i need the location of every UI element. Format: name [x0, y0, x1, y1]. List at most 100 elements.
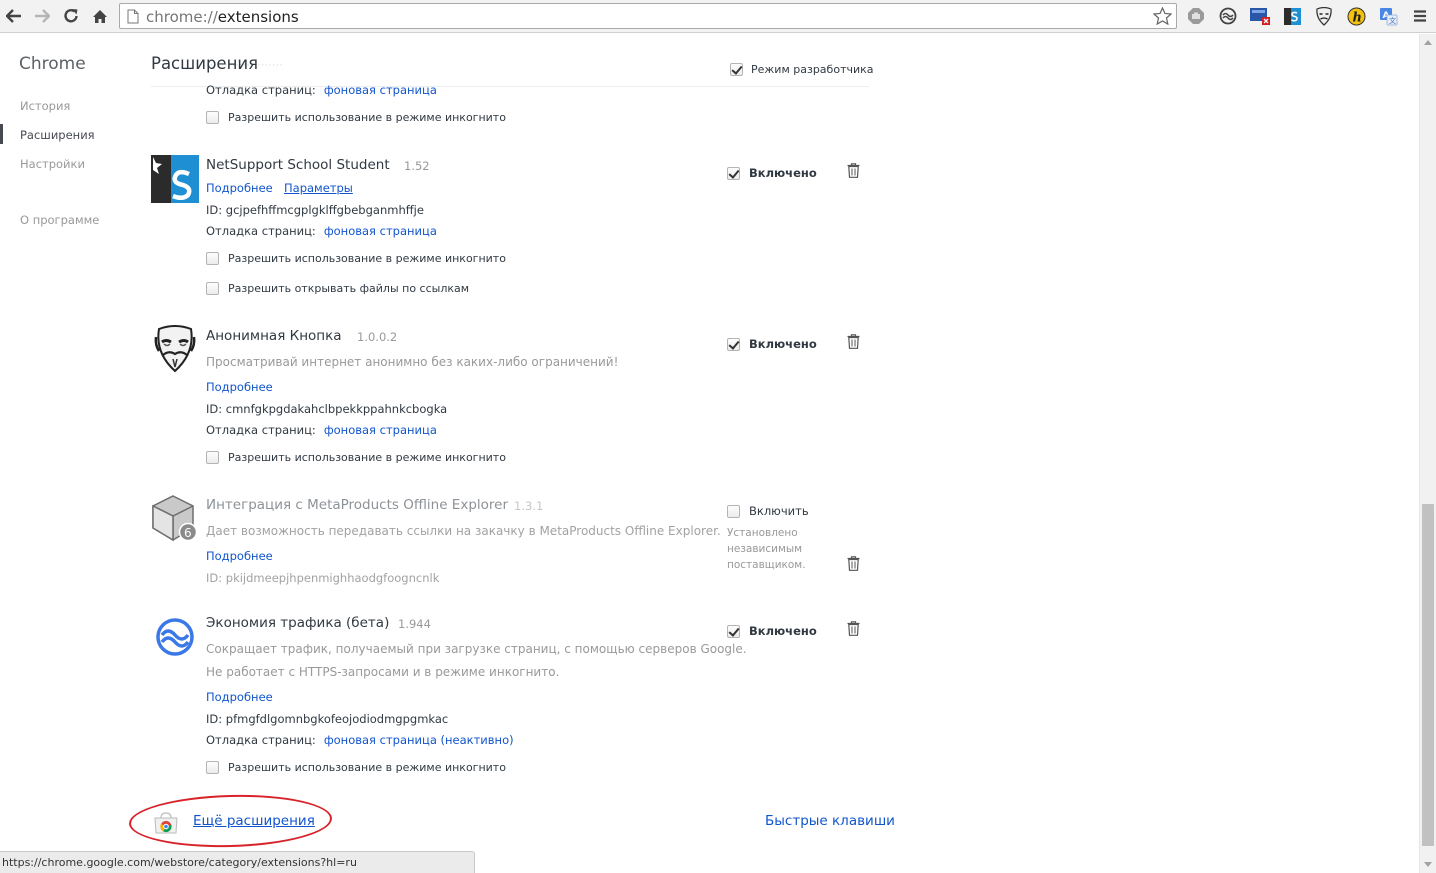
- data-saver-icon: [156, 618, 194, 656]
- hola-extension-icon[interactable]: h: [1345, 5, 1367, 27]
- extension-description: Просматривай интернет анонимно без каких…: [206, 355, 619, 369]
- netsupport-toolbar-icon[interactable]: [1281, 5, 1303, 27]
- address-bar[interactable]: chrome://extensions: [119, 3, 1177, 29]
- enable-label: Включено: [749, 337, 817, 351]
- enable-toggle[interactable]: Включено: [727, 166, 817, 180]
- inspect-views-row: Отладка страниц: фоновая страница: [206, 224, 437, 238]
- bookmark-star-icon[interactable]: [1153, 7, 1172, 25]
- trash-icon[interactable]: [847, 556, 860, 571]
- file-urls-option[interactable]: Разрешить открывать файлы по ссылкам: [206, 282, 469, 295]
- reload-button[interactable]: [60, 5, 82, 27]
- incognito-option[interactable]: Разрешить использование в режиме инкогни…: [206, 111, 506, 124]
- netsupport-icon: [151, 155, 199, 203]
- extension-version: 1.3.1: [514, 499, 544, 513]
- forward-button[interactable]: [31, 5, 53, 27]
- keyboard-shortcuts-link[interactable]: Быстрые клавиши: [765, 813, 895, 829]
- trash-icon[interactable]: [847, 163, 860, 178]
- incognito-checkbox[interactable]: [206, 111, 219, 124]
- home-icon: [93, 9, 107, 23]
- details-link[interactable]: Подробнее: [206, 380, 273, 394]
- inspect-views-label: Отладка страниц:: [206, 224, 316, 238]
- background-page-link[interactable]: фоновая страница (неактивно): [324, 733, 514, 747]
- data-saver-toolbar-icon[interactable]: [1217, 5, 1239, 27]
- red-annotation-ellipse: [128, 792, 333, 850]
- incognito-label: Разрешить использование в режиме инкогни…: [228, 111, 506, 124]
- scroll-down-arrow-icon[interactable]: [1424, 862, 1432, 867]
- svg-text:h: h: [1352, 10, 1361, 25]
- enable-toggle[interactable]: Включено: [727, 337, 817, 351]
- url-text[interactable]: chrome://extensions: [146, 8, 299, 26]
- scroll-thumb[interactable]: [1422, 504, 1434, 846]
- translate-extension-icon[interactable]: A文: [1377, 5, 1399, 27]
- incognito-option[interactable]: Разрешить использование в режиме инкогни…: [206, 761, 506, 774]
- inspect-views-row: Отладка страниц: фоновая страница: [206, 423, 437, 437]
- screen-monitor-extension-icon[interactable]: [1249, 5, 1271, 27]
- anonymous-mask-toolbar-icon[interactable]: [1313, 5, 1335, 27]
- extension-description: Сокращает трафик, получаемый при загрузк…: [206, 642, 747, 656]
- sidebar-title: Chrome: [19, 54, 86, 74]
- incognito-label: Разрешить использование в режиме инкогни…: [228, 252, 506, 265]
- incognito-checkbox[interactable]: [206, 252, 219, 265]
- adblock-extension-icon[interactable]: [1185, 5, 1207, 27]
- details-link[interactable]: Подробнее: [206, 181, 273, 195]
- sidebar-item-extensions[interactable]: Расширения: [20, 128, 95, 142]
- developer-mode-checkbox[interactable]: [730, 63, 743, 76]
- enable-checkbox[interactable]: [727, 504, 740, 518]
- page-title: Расширения: [151, 54, 259, 73]
- file-urls-checkbox[interactable]: [206, 282, 219, 295]
- enable-checkbox[interactable]: [727, 166, 740, 180]
- enable-toggle[interactable]: Включено: [727, 624, 817, 638]
- home-button[interactable]: [89, 5, 111, 27]
- extension-description: Дает возможность передавать ссылки на за…: [206, 524, 721, 538]
- sidebar-item-history[interactable]: История: [20, 99, 70, 113]
- enable-toggle[interactable]: Включить: [727, 504, 809, 518]
- details-link[interactable]: Подробнее: [206, 690, 273, 704]
- options-link[interactable]: Параметры: [284, 181, 353, 195]
- background-page-link[interactable]: фоновая страница: [324, 83, 437, 97]
- inspect-views-label: Отладка страниц:: [206, 423, 316, 437]
- developer-mode-toggle[interactable]: Режим разработчика: [730, 63, 874, 76]
- extension-name: Интеграция с MetaProducts Offline Explor…: [206, 497, 509, 513]
- extension-name: Экономия трафика (бета): [206, 615, 390, 631]
- enable-checkbox[interactable]: [727, 624, 740, 638]
- incognito-label: Разрешить использование в режиме инкогни…: [228, 451, 506, 464]
- sidebar-item-about[interactable]: О программе: [20, 213, 99, 227]
- enable-checkbox[interactable]: [727, 337, 740, 351]
- back-button[interactable]: [3, 5, 25, 27]
- file-urls-label: Разрешить открывать файлы по ссылкам: [228, 282, 470, 295]
- extension-id: ID: pfmgfdlgomnbgkofeojodiodmgpgmkac: [206, 712, 449, 726]
- scroll-up-arrow-icon[interactable]: [1424, 40, 1432, 45]
- incognito-option[interactable]: Разрешить использование в режиме инкогни…: [206, 451, 506, 464]
- svg-text:文: 文: [1389, 16, 1396, 25]
- page-scrollbar[interactable]: [1419, 34, 1436, 873]
- developer-mode-label: Режим разработчика: [751, 63, 874, 76]
- details-link[interactable]: Подробнее: [206, 549, 273, 563]
- back-arrow-icon: [6, 9, 21, 23]
- forward-arrow-icon: [35, 9, 50, 23]
- extension-name: NetSupport School Student: [206, 157, 390, 173]
- background-page-link[interactable]: фоновая страница: [324, 423, 437, 437]
- incognito-label: Разрешить использование в режиме инкогни…: [228, 761, 506, 774]
- extension-name: Анонимная Кнопка: [206, 328, 342, 344]
- incognito-checkbox[interactable]: [206, 761, 219, 774]
- extension-id: ID: pkijdmeepjhpenmighhaodgfoogncnlk: [206, 571, 440, 585]
- enable-label: Включить: [749, 504, 809, 518]
- page-icon: [127, 9, 139, 24]
- inspect-views-row: Отладка страниц: фоновая страница (неакти…: [206, 733, 514, 747]
- inspect-views-label: Отладка страниц:: [206, 733, 316, 747]
- trash-icon[interactable]: [847, 334, 860, 349]
- status-bar-url: https://chrome.google.com/webstore/categ…: [0, 851, 475, 873]
- cube-icon: 6: [152, 495, 198, 542]
- extension-description-continued: Не работает с HTTPS-запросами и в режиме…: [206, 665, 560, 679]
- sidebar-selected-indicator: [0, 124, 3, 144]
- sidebar-item-settings[interactable]: Настройки: [20, 157, 85, 171]
- mask-icon: [154, 325, 196, 373]
- menu-hamburger-icon[interactable]: [1409, 5, 1431, 27]
- trash-icon[interactable]: [847, 621, 860, 636]
- incognito-checkbox[interactable]: [206, 451, 219, 464]
- background-page-link[interactable]: фоновая страница: [324, 224, 437, 238]
- incognito-option[interactable]: Разрешить использование в режиме инкогни…: [206, 252, 506, 265]
- extension-version: 1.0.0.2: [357, 330, 398, 344]
- enable-label: Включено: [749, 624, 817, 638]
- extension-version: 1.944: [398, 617, 431, 631]
